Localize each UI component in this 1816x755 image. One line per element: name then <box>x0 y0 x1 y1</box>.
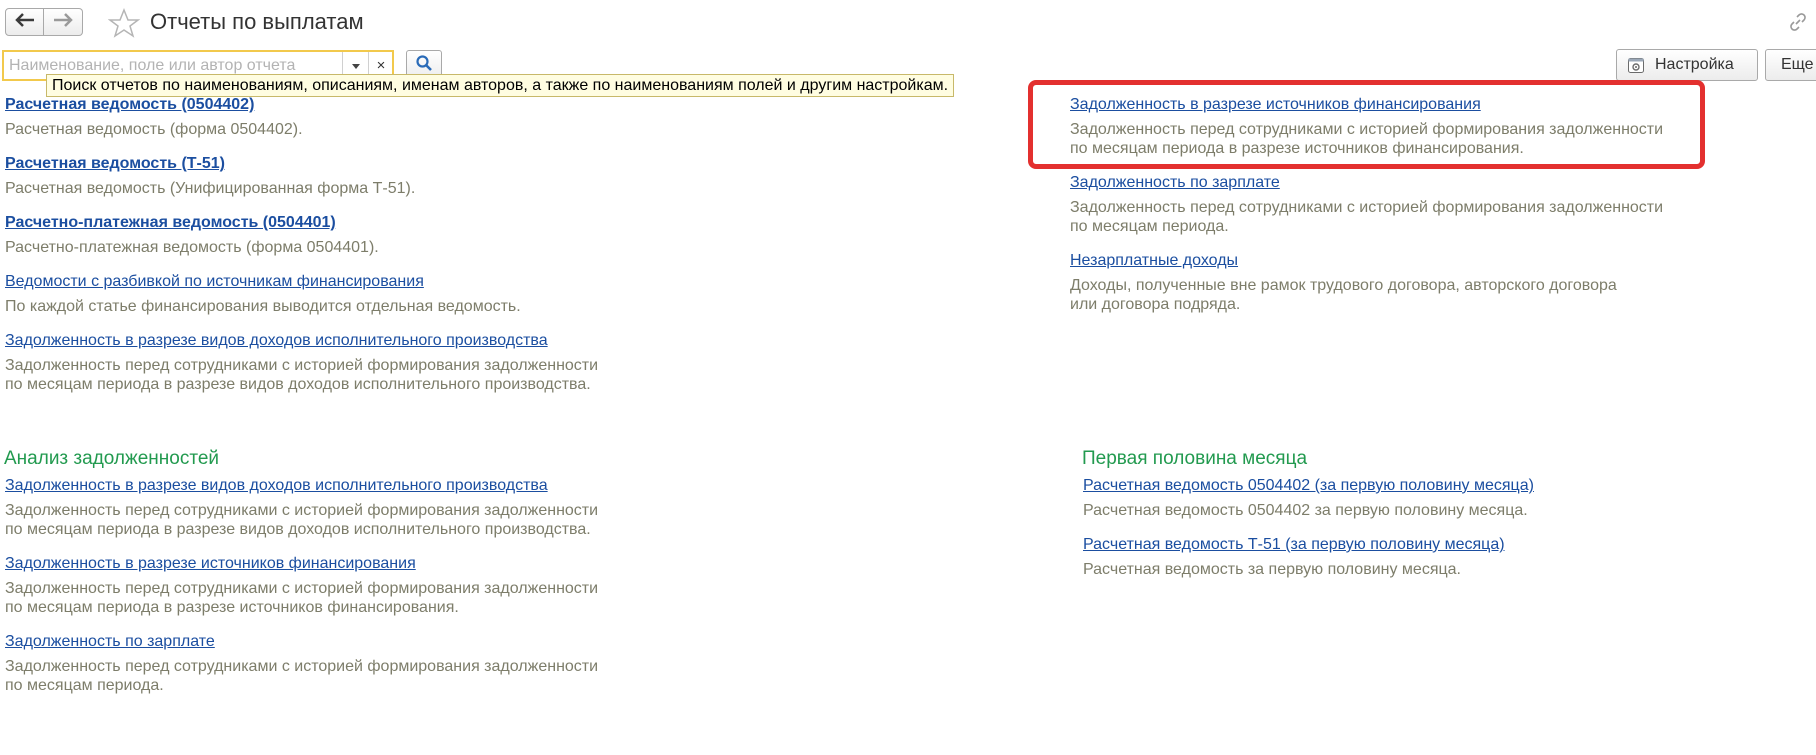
report-item: Задолженность по зарплате Задолженность … <box>5 631 645 695</box>
report-item: Расчетная ведомость Т-51 (за первую поло… <box>1083 534 1723 579</box>
report-item: Ведомости с разбивкой по источникам фина… <box>5 271 645 316</box>
report-description: Расчетно-платежная ведомость (форма 0504… <box>5 239 379 256</box>
report-link[interactable]: Задолженность в разрезе видов доходов ис… <box>5 330 645 352</box>
report-description: Расчетная ведомость (форма 0504402). <box>5 121 303 138</box>
report-description: Задолженность перед сотрудниками с истор… <box>1070 199 1664 235</box>
close-icon: × <box>376 57 386 74</box>
report-description: Расчетная ведомость за первую половину м… <box>1083 561 1461 578</box>
report-link[interactable]: Незарплатные доходы <box>1070 250 1710 272</box>
page-title: Отчеты по выплатам <box>150 9 364 34</box>
report-item: Расчетная ведомость (0504402) Расчетная … <box>5 94 645 139</box>
report-description: Задолженность перед сотрудниками с истор… <box>5 580 599 616</box>
more-button[interactable]: Еще <box>1765 49 1816 81</box>
back-button[interactable] <box>5 8 44 36</box>
arrow-left-icon <box>14 12 35 32</box>
group-title-debt-analysis: Анализ задолженностей <box>4 448 220 469</box>
report-item: Незарплатные доходы Доходы, полученные в… <box>1070 250 1710 314</box>
report-description: Задолженность перед сотрудниками с истор… <box>5 502 599 538</box>
forward-button[interactable] <box>44 8 83 36</box>
arrow-right-icon <box>53 12 73 32</box>
report-link[interactable]: Расчетная ведомость (0504402) <box>5 94 645 116</box>
report-link[interactable]: Задолженность в разрезе видов доходов ис… <box>5 475 645 497</box>
report-link[interactable]: Расчетная ведомость (Т-51) <box>5 153 645 175</box>
report-description: Задолженность перед сотрудниками с истор… <box>5 357 599 393</box>
report-item: Задолженность в разрезе видов доходов ис… <box>5 330 645 394</box>
report-link[interactable]: Задолженность в разрезе источников финан… <box>5 553 645 575</box>
report-link[interactable]: Расчетная ведомость Т-51 (за первую поло… <box>1083 534 1723 556</box>
report-link[interactable]: Ведомости с разбивкой по источникам фина… <box>5 271 645 293</box>
settings-button[interactable]: Настройка <box>1616 49 1758 81</box>
report-item: Задолженность в разрезе видов доходов ис… <box>5 475 645 539</box>
report-description: Расчетная ведомость (Унифицированная фор… <box>5 180 416 197</box>
search-tooltip: Поиск отчетов по наименованиям, описания… <box>46 74 955 97</box>
report-item: Задолженность по зарплате Задолженность … <box>1070 172 1710 236</box>
report-link[interactable]: Расчетная ведомость 0504402 (за первую п… <box>1083 475 1723 497</box>
settings-icon <box>1627 56 1645 74</box>
report-link[interactable]: Задолженность по зарплате <box>1070 172 1710 194</box>
report-item: Расчетно-платежная ведомость (0504401) Р… <box>5 212 645 257</box>
report-link[interactable]: Задолженность по зарплате <box>5 631 645 653</box>
report-item: Расчетная ведомость (Т-51) Расчетная вед… <box>5 153 645 198</box>
report-link[interactable]: Расчетно-платежная ведомость (0504401) <box>5 212 645 234</box>
report-description: Доходы, полученные вне рамок трудового д… <box>1070 277 1617 313</box>
star-icon[interactable] <box>107 7 141 43</box>
group-title-first-half: Первая половина месяца <box>1082 448 1308 469</box>
report-description: По каждой статье финансирования выводитс… <box>5 298 521 315</box>
report-item: Расчетная ведомость 0504402 (за первую п… <box>1083 475 1723 520</box>
chevron-down-icon <box>351 57 361 75</box>
report-description: Задолженность перед сотрудниками с истор… <box>5 658 599 694</box>
report-description: Расчетная ведомость 0504402 за первую по… <box>1083 502 1528 519</box>
report-item: Задолженность в разрезе источников финан… <box>5 553 645 617</box>
link-icon[interactable] <box>1788 12 1808 37</box>
more-label: Еще <box>1781 56 1814 73</box>
highlight-frame <box>1028 80 1705 169</box>
settings-label: Настройка <box>1655 56 1734 73</box>
